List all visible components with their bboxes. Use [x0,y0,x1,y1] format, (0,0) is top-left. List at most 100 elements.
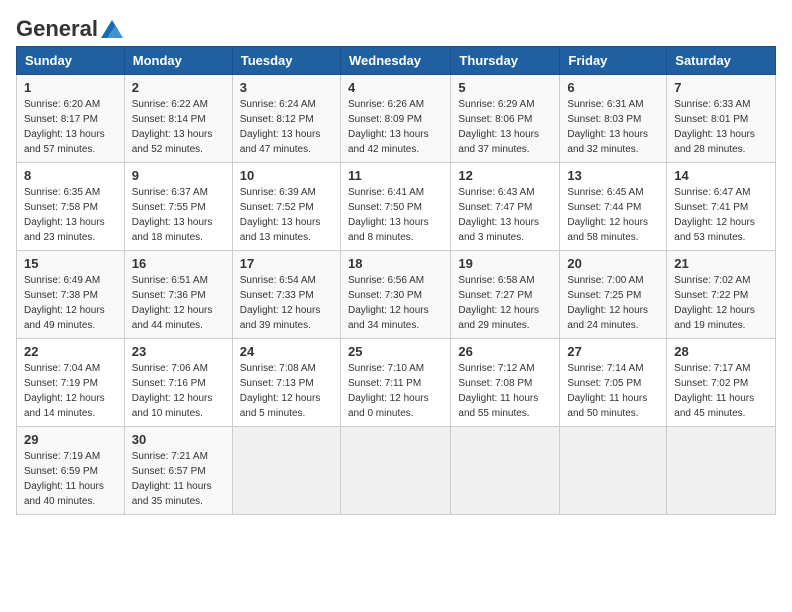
calendar-cell: 19 Sunrise: 6:58 AMSunset: 7:27 PMDayligh… [451,251,560,339]
day-info: Sunrise: 6:26 AMSunset: 8:09 PMDaylight:… [348,97,443,157]
day-number: 11 [348,168,443,183]
day-number: 5 [458,80,552,95]
day-info: Sunrise: 7:00 AMSunset: 7:25 PMDaylight:… [567,273,659,333]
day-number: 14 [674,168,768,183]
day-info: Sunrise: 6:54 AMSunset: 7:33 PMDaylight:… [240,273,333,333]
day-number: 6 [567,80,659,95]
day-number: 23 [132,344,225,359]
day-number: 13 [567,168,659,183]
calendar-cell: 3 Sunrise: 6:24 AMSunset: 8:12 PMDaylight… [232,75,340,163]
calendar-cell [560,427,667,515]
day-number: 2 [132,80,225,95]
calendar-cell: 22 Sunrise: 7:04 AMSunset: 7:19 PMDayligh… [17,339,125,427]
day-number: 28 [674,344,768,359]
day-info: Sunrise: 6:56 AMSunset: 7:30 PMDaylight:… [348,273,443,333]
calendar-cell: 13Sunrise: 6:45 AMSunset: 7:44 PMDayligh… [560,163,667,251]
day-info: Sunrise: 6:20 AMSunset: 8:17 PMDaylight:… [24,97,117,157]
day-number: 3 [240,80,333,95]
calendar-cell: 15 Sunrise: 6:49 AMSunset: 7:38 PMDayligh… [17,251,125,339]
day-info: Sunrise: 7:08 AMSunset: 7:13 PMDaylight:… [240,361,333,421]
calendar-cell [667,427,776,515]
day-number: 27 [567,344,659,359]
day-info: Sunrise: 6:31 AMSunset: 8:03 PMDaylight:… [567,97,659,157]
day-number: 16 [132,256,225,271]
calendar-cell: 16 Sunrise: 6:51 AMSunset: 7:36 PMDayligh… [124,251,232,339]
calendar-cell: 28 Sunrise: 7:17 AMSunset: 7:02 PMDayligh… [667,339,776,427]
day-info: Sunrise: 7:17 AMSunset: 7:02 PMDaylight:… [674,361,768,421]
day-info: Sunrise: 6:49 AMSunset: 7:38 PMDaylight:… [24,273,117,333]
calendar-cell: 4Sunrise: 6:26 AMSunset: 8:09 PMDaylight… [340,75,450,163]
day-info: Sunrise: 6:24 AMSunset: 8:12 PMDaylight:… [240,97,333,157]
day-number: 25 [348,344,443,359]
day-info: Sunrise: 7:04 AMSunset: 7:19 PMDaylight:… [24,361,117,421]
day-number: 10 [240,168,333,183]
day-info: Sunrise: 6:22 AMSunset: 8:14 PMDaylight:… [132,97,225,157]
day-info: Sunrise: 7:19 AMSunset: 6:59 PMDaylight:… [24,449,117,509]
calendar-cell: 14Sunrise: 6:47 AMSunset: 7:41 PMDayligh… [667,163,776,251]
day-number: 19 [458,256,552,271]
calendar-cell: 24 Sunrise: 7:08 AMSunset: 7:13 PMDayligh… [232,339,340,427]
day-number: 8 [24,168,117,183]
calendar-cell: 11Sunrise: 6:41 AMSunset: 7:50 PMDayligh… [340,163,450,251]
calendar-cell: 27 Sunrise: 7:14 AMSunset: 7:05 PMDayligh… [560,339,667,427]
day-info: Sunrise: 7:12 AMSunset: 7:08 PMDaylight:… [458,361,552,421]
logo: General [16,16,125,36]
day-number: 26 [458,344,552,359]
day-info: Sunrise: 6:29 AMSunset: 8:06 PMDaylight:… [458,97,552,157]
day-header-sunday: Sunday [17,47,125,75]
day-info: Sunrise: 6:35 AMSunset: 7:58 PMDaylight:… [24,185,117,245]
calendar-cell: 5 Sunrise: 6:29 AMSunset: 8:06 PMDaylight… [451,75,560,163]
day-info: Sunrise: 7:21 AMSunset: 6:57 PMDaylight:… [132,449,225,509]
calendar-cell: 21Sunrise: 7:02 AMSunset: 7:22 PMDayligh… [667,251,776,339]
day-number: 7 [674,80,768,95]
day-number: 15 [24,256,117,271]
day-info: Sunrise: 6:37 AMSunset: 7:55 PMDaylight:… [132,185,225,245]
calendar-cell: 6 Sunrise: 6:31 AMSunset: 8:03 PMDaylight… [560,75,667,163]
day-info: Sunrise: 6:43 AMSunset: 7:47 PMDaylight:… [458,185,552,245]
day-header-tuesday: Tuesday [232,47,340,75]
calendar-week-row: 22 Sunrise: 7:04 AMSunset: 7:19 PMDayligh… [17,339,776,427]
day-info: Sunrise: 6:51 AMSunset: 7:36 PMDaylight:… [132,273,225,333]
calendar-cell: 7 Sunrise: 6:33 AMSunset: 8:01 PMDaylight… [667,75,776,163]
day-info: Sunrise: 7:10 AMSunset: 7:11 PMDaylight:… [348,361,443,421]
day-header-saturday: Saturday [667,47,776,75]
day-number: 29 [24,432,117,447]
header: General [16,16,776,36]
day-header-monday: Monday [124,47,232,75]
day-number: 12 [458,168,552,183]
calendar-week-row: 8 Sunrise: 6:35 AMSunset: 7:58 PMDaylight… [17,163,776,251]
logo-triangle-icon [99,18,125,40]
day-header-thursday: Thursday [451,47,560,75]
calendar-week-row: 1 Sunrise: 6:20 AMSunset: 8:17 PMDaylight… [17,75,776,163]
day-number: 24 [240,344,333,359]
day-info: Sunrise: 6:58 AMSunset: 7:27 PMDaylight:… [458,273,552,333]
calendar-cell [232,427,340,515]
day-info: Sunrise: 7:06 AMSunset: 7:16 PMDaylight:… [132,361,225,421]
day-info: Sunrise: 6:33 AMSunset: 8:01 PMDaylight:… [674,97,768,157]
calendar-week-row: 15 Sunrise: 6:49 AMSunset: 7:38 PMDayligh… [17,251,776,339]
calendar-cell: 20Sunrise: 7:00 AMSunset: 7:25 PMDayligh… [560,251,667,339]
day-info: Sunrise: 7:14 AMSunset: 7:05 PMDaylight:… [567,361,659,421]
calendar-cell: 1 Sunrise: 6:20 AMSunset: 8:17 PMDaylight… [17,75,125,163]
day-number: 9 [132,168,225,183]
day-number: 17 [240,256,333,271]
calendar-cell: 26 Sunrise: 7:12 AMSunset: 7:08 PMDayligh… [451,339,560,427]
calendar-cell: 10 Sunrise: 6:39 AMSunset: 7:52 PMDayligh… [232,163,340,251]
day-number: 21 [674,256,768,271]
calendar-cell: 29 Sunrise: 7:19 AMSunset: 6:59 PMDayligh… [17,427,125,515]
calendar-cell: 9 Sunrise: 6:37 AMSunset: 7:55 PMDaylight… [124,163,232,251]
calendar: SundayMondayTuesdayWednesdayThursdayFrid… [16,46,776,515]
day-number: 30 [132,432,225,447]
calendar-cell [451,427,560,515]
calendar-cell: 17 Sunrise: 6:54 AMSunset: 7:33 PMDayligh… [232,251,340,339]
day-number: 18 [348,256,443,271]
calendar-cell: 18 Sunrise: 6:56 AMSunset: 7:30 PMDayligh… [340,251,450,339]
calendar-cell: 12 Sunrise: 6:43 AMSunset: 7:47 PMDayligh… [451,163,560,251]
day-number: 1 [24,80,117,95]
calendar-cell: 25 Sunrise: 7:10 AMSunset: 7:11 PMDayligh… [340,339,450,427]
day-number: 22 [24,344,117,359]
calendar-header-row: SundayMondayTuesdayWednesdayThursdayFrid… [17,47,776,75]
calendar-cell [340,427,450,515]
calendar-cell: 2 Sunrise: 6:22 AMSunset: 8:14 PMDaylight… [124,75,232,163]
day-info: Sunrise: 6:39 AMSunset: 7:52 PMDaylight:… [240,185,333,245]
